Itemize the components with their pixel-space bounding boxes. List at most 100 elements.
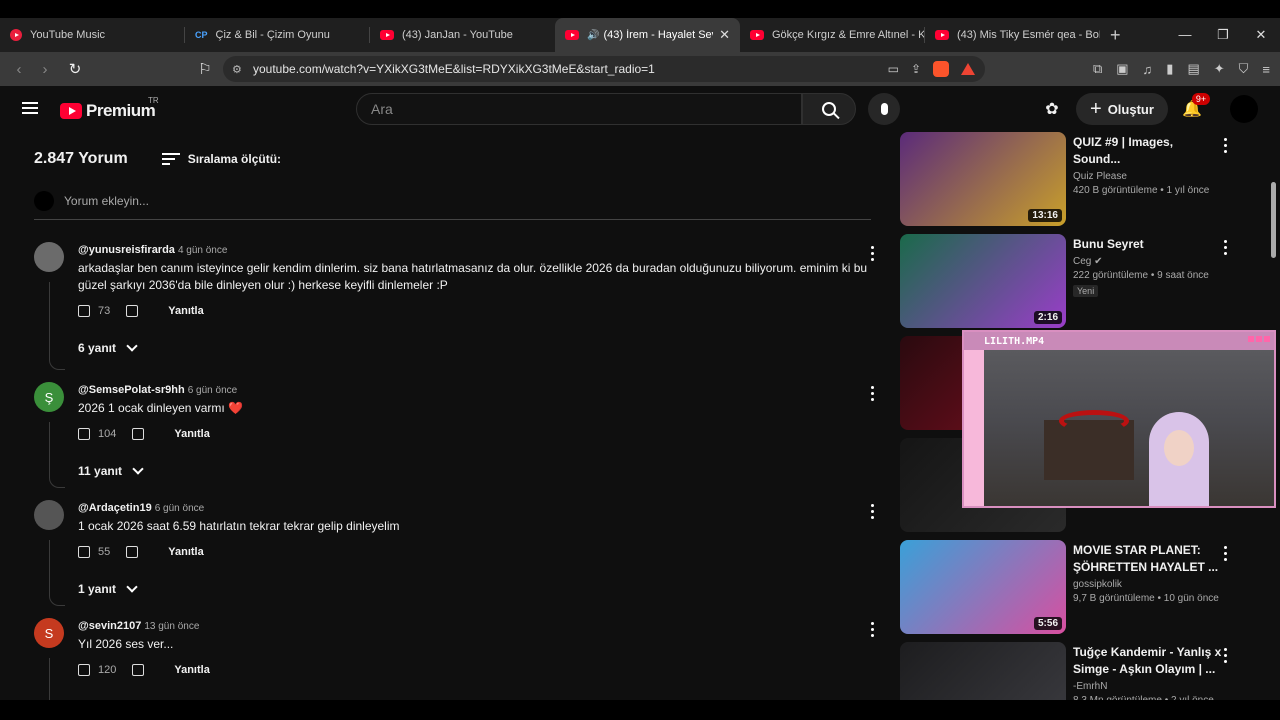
- comment-author[interactable]: @SemsePolat-sr9hh: [78, 384, 185, 396]
- bookmark-icon[interactable]: ⚐: [192, 60, 218, 78]
- video-thumbnail[interactable]: 13:16: [900, 132, 1066, 226]
- wallet-icon[interactable]: ▤: [1187, 61, 1199, 77]
- more-options-icon[interactable]: [1224, 138, 1228, 153]
- like-icon[interactable]: [78, 428, 90, 440]
- notifications-button[interactable]: 🔔 9+: [1180, 93, 1211, 119]
- more-options-icon[interactable]: [1224, 648, 1228, 663]
- comment-author[interactable]: @sevin2107: [78, 620, 141, 632]
- music-icon[interactable]: ♫: [1143, 62, 1153, 77]
- avatar[interactable]: [34, 242, 64, 272]
- address-bar[interactable]: ⚙ youtube.com/watch?v=YXikXG3tMeE&list=R…: [223, 56, 985, 82]
- reload-icon[interactable]: ↻: [62, 60, 88, 78]
- video-thumbnail[interactable]: 2:16: [900, 234, 1066, 328]
- brave-shields-icon[interactable]: [933, 61, 949, 77]
- tab-janjan[interactable]: (43) JanJan - YouTube: [370, 18, 555, 52]
- back-icon[interactable]: ‹: [6, 61, 32, 78]
- minimize-icon[interactable]: —: [1166, 18, 1204, 52]
- video-title[interactable]: Tuğçe Kandemir - Yanlış x Simge - Aşkın …: [1073, 644, 1223, 678]
- menu-icon[interactable]: ≡: [1262, 62, 1270, 77]
- more-options-icon[interactable]: [1224, 546, 1228, 561]
- comment-time[interactable]: 13 gün önce: [144, 621, 199, 632]
- more-options-icon[interactable]: [871, 386, 875, 401]
- video-channel[interactable]: Quiz Please: [1073, 171, 1223, 182]
- vpn-icon[interactable]: ⛉: [1239, 61, 1249, 77]
- close-window-icon[interactable]: ✕: [1242, 18, 1280, 52]
- replies-toggle[interactable]: 1 yanıt: [78, 573, 879, 605]
- sort-icon[interactable]: [161, 153, 180, 165]
- dislike-icon[interactable]: [126, 546, 139, 558]
- comment-time[interactable]: 6 gün önce: [155, 503, 205, 514]
- more-options-icon[interactable]: [871, 622, 875, 637]
- tab-ciz-bil[interactable]: CP Çiz & Bil - Çizim Oyunu: [185, 18, 370, 52]
- sidebar-icon[interactable]: ▮: [1166, 61, 1173, 77]
- leo-icon[interactable]: ✦: [1214, 61, 1225, 77]
- forward-icon[interactable]: ›: [32, 61, 58, 78]
- like-icon[interactable]: [78, 305, 90, 317]
- close-tab-icon[interactable]: ✕: [719, 27, 730, 43]
- video-title[interactable]: Bunu Seyret: [1073, 236, 1223, 253]
- hamburger-menu-icon[interactable]: [22, 102, 38, 114]
- sort-button[interactable]: Sıralama ölçütü:: [188, 152, 281, 166]
- video-channel[interactable]: Ceg ✔: [1073, 256, 1223, 267]
- video-channel[interactable]: gossipkolik: [1073, 579, 1223, 590]
- scrollbar[interactable]: [1271, 182, 1276, 258]
- search-button[interactable]: [802, 93, 856, 125]
- reply-button[interactable]: Yanıtla: [168, 546, 203, 558]
- voice-search-button[interactable]: [868, 93, 900, 125]
- overlay-minimize-icon[interactable]: [1248, 336, 1254, 342]
- tab-youtube-music[interactable]: YouTube Music: [0, 18, 185, 52]
- tab-mis-tiky[interactable]: (43) Mis Tiky Esmér qea - BoLu: [925, 18, 1100, 52]
- cast-icon[interactable]: ▭: [888, 62, 899, 76]
- overlay-close-icon[interactable]: [1264, 336, 1270, 342]
- replies-toggle[interactable]: 6 yanıt: [78, 691, 879, 700]
- account-avatar[interactable]: [1229, 95, 1258, 123]
- replies-toggle[interactable]: 6 yanıt: [78, 332, 879, 364]
- avatar[interactable]: S: [34, 618, 64, 648]
- video-title[interactable]: QUIZ #9 | Images, Sound...: [1073, 134, 1223, 168]
- tab-gokce[interactable]: Gökçe Kırgız & Emre Altınel - Ka: [740, 18, 925, 52]
- extensions-icon[interactable]: ⧉: [1093, 61, 1102, 77]
- recommended-video[interactable]: 2:16 Bunu Seyret Ceg ✔ 222 görüntüleme •…: [900, 234, 1268, 334]
- overlay-title-bar[interactable]: LILITH.MP4: [964, 332, 1274, 350]
- like-icon[interactable]: [78, 546, 90, 558]
- recommended-video[interactable]: 13:16 QUIZ #9 | Images, Sound... Quiz Pl…: [900, 132, 1268, 232]
- video-title[interactable]: MOVIE STAR PLANET: ŞÖHRETTEN HAYALET ...: [1073, 542, 1223, 576]
- restore-icon[interactable]: ❐: [1204, 18, 1242, 52]
- dislike-icon[interactable]: [132, 664, 145, 676]
- comment-time[interactable]: 6 gün önce: [188, 385, 238, 396]
- screenshot-icon[interactable]: ▣: [1116, 61, 1128, 77]
- reply-button[interactable]: Yanıtla: [174, 428, 209, 440]
- site-info-icon[interactable]: ⚙: [232, 63, 242, 76]
- video-overlay-window[interactable]: LILITH.MP4: [962, 330, 1276, 508]
- speaker-icon[interactable]: 🔊: [587, 30, 599, 41]
- avatar[interactable]: Ş: [34, 382, 64, 412]
- comment-time[interactable]: 4 gün önce: [178, 245, 228, 256]
- video-channel[interactable]: -EmrhN: [1073, 681, 1223, 692]
- new-tab-button[interactable]: +: [1100, 25, 1131, 46]
- video-thumbnail[interactable]: 5:56: [900, 540, 1066, 634]
- add-comment-box[interactable]: Yorum ekleyin...: [34, 182, 871, 220]
- youtube-premium-logo[interactable]: Premium TR: [60, 96, 159, 121]
- create-button[interactable]: + Oluştur: [1076, 93, 1168, 125]
- recommended-video[interactable]: Tuğçe Kandemir - Yanlış x Simge - Aşkın …: [900, 642, 1268, 700]
- comment-author[interactable]: @yunusreisfirarda: [78, 244, 175, 256]
- more-options-icon[interactable]: [871, 504, 875, 519]
- brave-rewards-icon[interactable]: [961, 63, 975, 75]
- reply-button[interactable]: Yanıtla: [174, 664, 209, 676]
- comment-author[interactable]: @Ardaçetin19: [78, 502, 152, 514]
- search-input[interactable]: Ara: [356, 93, 802, 125]
- more-options-icon[interactable]: [871, 246, 875, 261]
- like-icon[interactable]: [78, 664, 90, 676]
- avatar[interactable]: [34, 500, 64, 530]
- gemini-icon[interactable]: ✿: [1040, 99, 1064, 119]
- reply-button[interactable]: Yanıtla: [168, 305, 203, 317]
- more-options-icon[interactable]: [1224, 240, 1228, 255]
- video-thumbnail[interactable]: [900, 642, 1066, 700]
- share-icon[interactable]: ⇪: [911, 62, 921, 76]
- recommended-video[interactable]: 5:56 MOVIE STAR PLANET: ŞÖHRETTEN HAYALE…: [900, 540, 1268, 640]
- replies-toggle[interactable]: 11 yanıt: [78, 455, 879, 487]
- dislike-icon[interactable]: [132, 428, 145, 440]
- tab-irem[interactable]: 🔊 (43) İrem - Hayalet Sevgi ✕: [555, 18, 740, 52]
- overlay-maximize-icon[interactable]: [1256, 336, 1262, 342]
- dislike-icon[interactable]: [126, 305, 139, 317]
